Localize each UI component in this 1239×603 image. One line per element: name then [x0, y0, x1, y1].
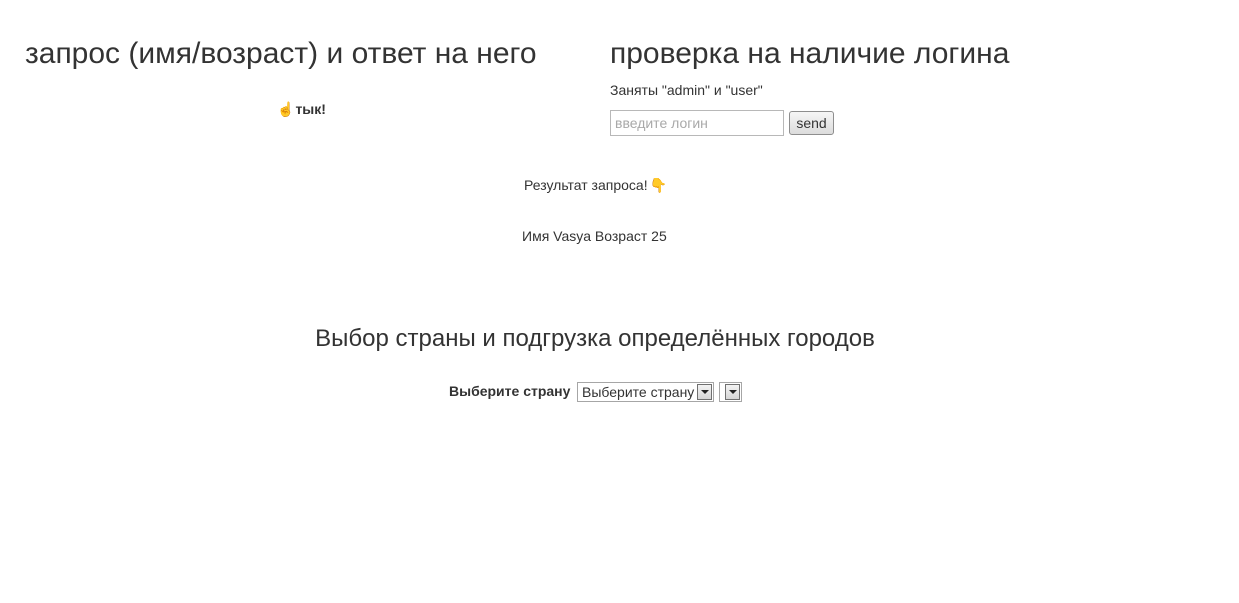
result-line: Имя Vasya Возраст 25	[522, 228, 667, 244]
result-title-text: Результат запроса!	[524, 177, 648, 193]
country-label: Выберите страну	[449, 383, 571, 399]
request-section-title: запрос (имя/возраст) и ответ на него	[25, 37, 537, 70]
send-button[interactable]: send	[789, 111, 834, 135]
city-select[interactable]	[719, 382, 742, 402]
pointing-hand-icon: ☝	[277, 101, 295, 117]
request-trigger-link[interactable]: ☝тык!	[277, 101, 326, 118]
hand-down-icon: 👇	[649, 177, 668, 193]
result-title: Результат запроса! 👇	[524, 177, 667, 194]
page: запрос (имя/возраст) и ответ на него ☝ты…	[0, 0, 1239, 603]
chevron-down-icon[interactable]	[697, 384, 712, 400]
login-hint: Заняты "admin" и "user"	[610, 82, 763, 98]
request-trigger-label: тык!	[295, 101, 326, 117]
country-select[interactable]: Выберите страну	[577, 382, 714, 402]
login-check-title: проверка на наличие логина	[610, 37, 1010, 70]
chevron-down-icon[interactable]	[725, 384, 740, 400]
country-select-value: Выберите страну	[582, 384, 695, 400]
country-section-title: Выбор страны и подгрузка определённых го…	[315, 325, 875, 352]
login-input[interactable]	[610, 110, 784, 136]
